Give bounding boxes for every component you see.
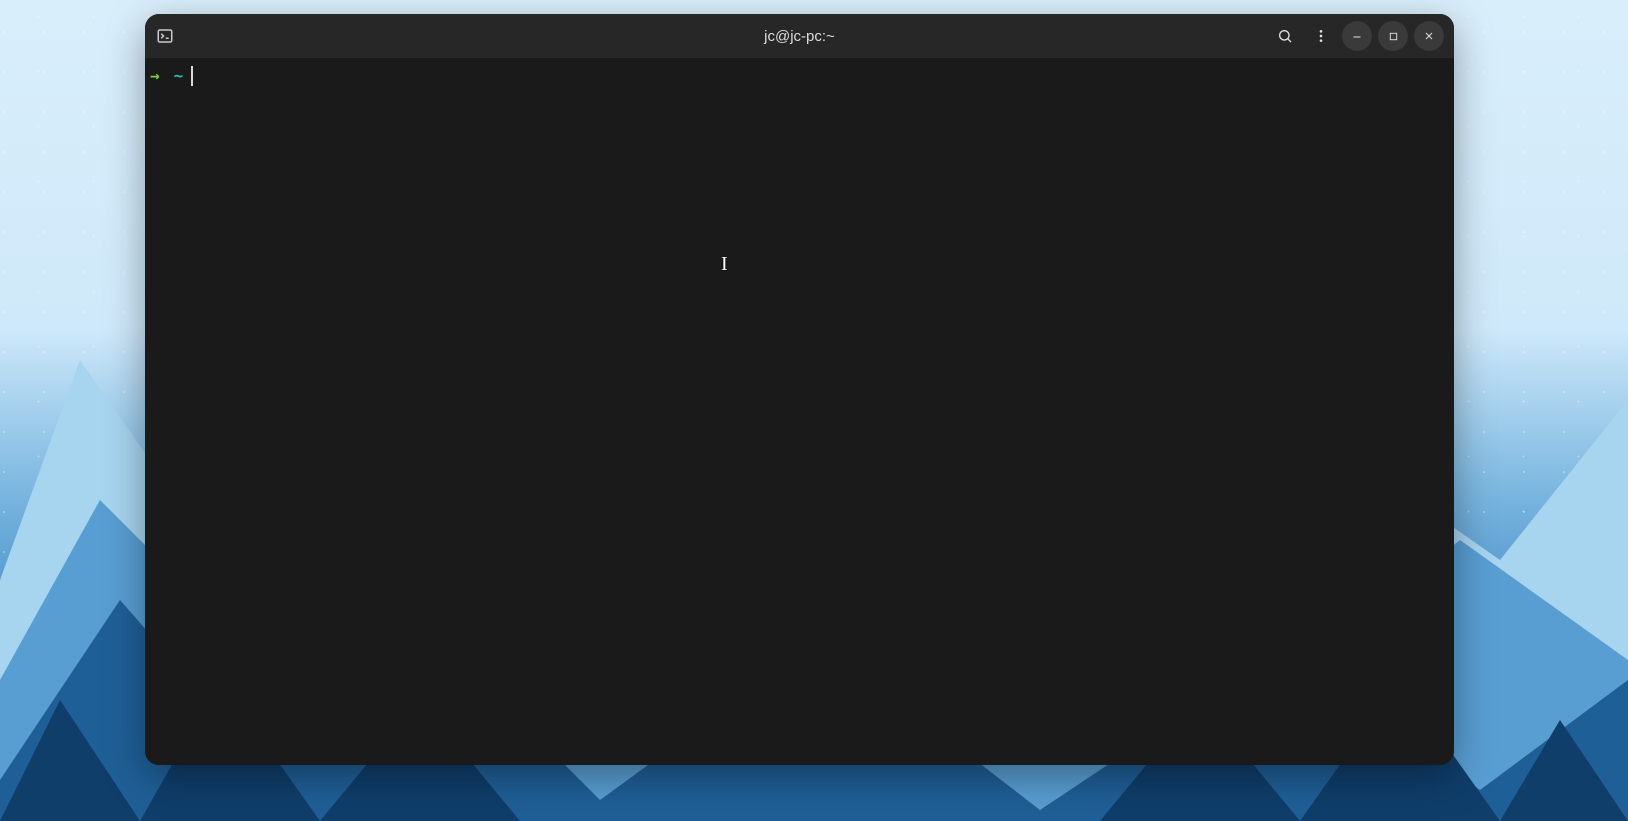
maximize-icon — [1388, 31, 1399, 42]
minimize-button[interactable] — [1342, 21, 1372, 51]
menu-button[interactable] — [1306, 21, 1336, 51]
text-cursor — [191, 66, 193, 86]
search-button[interactable] — [1270, 21, 1300, 51]
titlebar[interactable]: jc@jc-pc:~ — [145, 14, 1454, 58]
maximize-button[interactable] — [1378, 21, 1408, 51]
kebab-menu-icon — [1313, 28, 1329, 44]
terminal-body[interactable]: → ~ I — [145, 58, 1454, 765]
terminal-icon — [155, 26, 175, 46]
prompt-cwd: ~ — [174, 66, 184, 86]
minimize-icon — [1351, 30, 1363, 42]
prompt-arrow: → — [150, 66, 160, 86]
prompt-line: → ~ — [150, 66, 1449, 86]
window-title: jc@jc-pc:~ — [145, 28, 1454, 45]
close-icon — [1423, 30, 1435, 42]
desktop-wallpaper: jc@jc-pc:~ — [0, 0, 1628, 821]
search-icon — [1277, 28, 1293, 44]
terminal-window: jc@jc-pc:~ — [145, 14, 1454, 765]
close-button[interactable] — [1414, 21, 1444, 51]
mouse-ibeam-cursor: I — [721, 254, 728, 274]
